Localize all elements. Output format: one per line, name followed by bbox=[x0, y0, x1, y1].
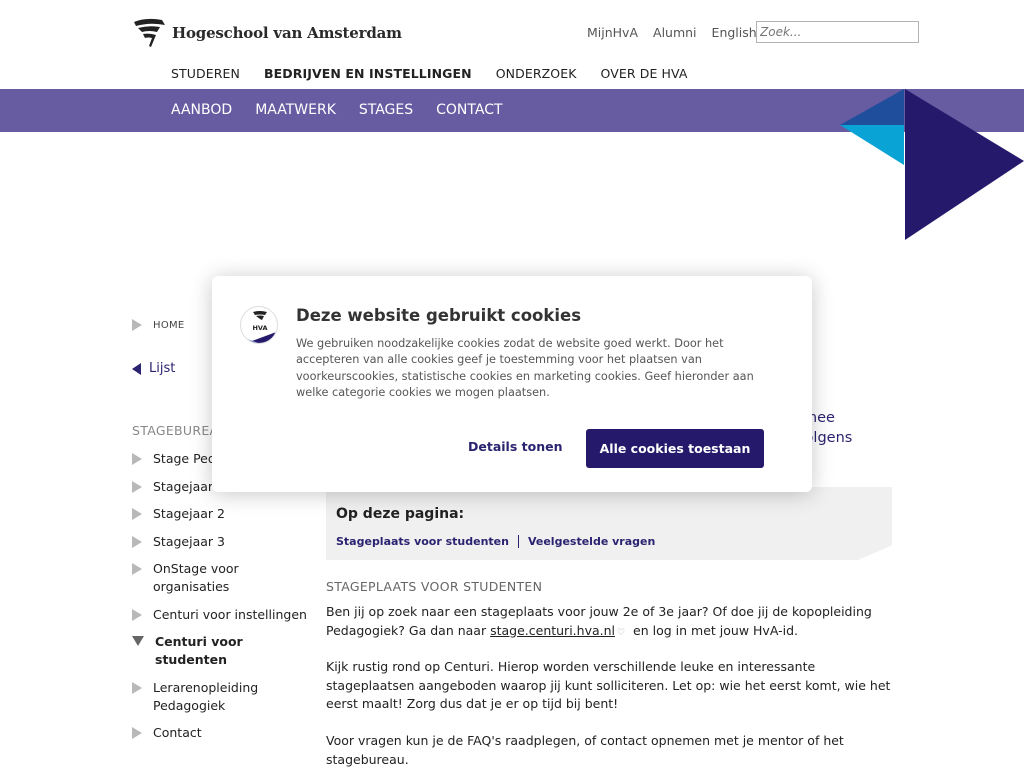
sidebar-item-lerarenopleiding[interactable]: Lerarenopleiding Pedagogiek bbox=[132, 679, 307, 715]
sidebar-item-centuri-instellingen[interactable]: Centuri voor instellingen bbox=[132, 606, 307, 624]
paragraph-1: Ben jij op zoek naar een stageplaats voo… bbox=[326, 603, 896, 642]
sidebar-item-label: Stagejaar 2 bbox=[153, 506, 225, 521]
nav-over-de-hva[interactable]: OVER DE HVA bbox=[601, 66, 688, 81]
sidebar-item-label: Centuri voor studenten bbox=[155, 634, 243, 667]
hva-logo-icon bbox=[134, 18, 165, 47]
back-link[interactable]: Lijst bbox=[132, 361, 175, 376]
sidebar-item-label: Contact bbox=[153, 725, 202, 740]
triangle-left-icon bbox=[132, 362, 141, 375]
paragraph-2: Kijk rustig rond op Centuri. Hierop word… bbox=[326, 659, 891, 711]
sidebar-item-stagejaar-3[interactable]: Stagejaar 3 bbox=[132, 533, 307, 551]
sidebar-item-onstage[interactable]: OnStage voor organisaties bbox=[132, 560, 307, 596]
logo-text: Hogeschool van Amsterdam bbox=[172, 24, 402, 42]
centuri-link[interactable]: stage.centuri.hva.nl bbox=[490, 623, 615, 638]
breadcrumb-home[interactable]: HOME bbox=[153, 320, 185, 331]
subnav-maatwerk[interactable]: MAATWERK bbox=[255, 102, 336, 118]
badge-text: HVA bbox=[252, 324, 267, 332]
back-label: Lijst bbox=[149, 361, 176, 376]
triangle-right-icon bbox=[132, 608, 142, 621]
anchor-link-faq[interactable]: Veelgestelde vragen bbox=[528, 535, 655, 548]
cookie-dialog-text: We gebruiken noodzakelijke cookies zodat… bbox=[296, 337, 754, 399]
hva-logo[interactable]: Hogeschool van Amsterdam bbox=[132, 16, 402, 50]
cookie-dialog: HVA Deze website gebruikt cookies We geb… bbox=[212, 276, 812, 492]
on-this-page-title: Op deze pagina: bbox=[336, 506, 465, 522]
triangle-right-icon bbox=[132, 727, 142, 739]
link-alumni[interactable]: Alumni bbox=[653, 25, 697, 40]
hva-badge-icon: HVA bbox=[240, 306, 278, 344]
triangle-down-icon bbox=[132, 636, 144, 646]
sidebar-item-label: Centuri voor instellingen bbox=[153, 606, 307, 622]
triangle-right-icon bbox=[132, 319, 142, 331]
link-english[interactable]: English bbox=[712, 25, 757, 40]
subnav-stages[interactable]: STAGES bbox=[359, 102, 413, 118]
sidebar-item-contact[interactable]: Contact bbox=[132, 724, 307, 742]
triangle-right-icon bbox=[132, 480, 142, 493]
paragraph-3: Voor vragen kun je de FAQ's raadplegen, … bbox=[326, 733, 844, 767]
sidebar-item-centuri-studenten[interactable]: Centuri voor studenten bbox=[132, 633, 307, 669]
cookie-dialog-title: Deze website gebruikt cookies bbox=[296, 306, 582, 325]
anchor-link-stageplaats[interactable]: Stageplaats voor studenten bbox=[336, 535, 509, 548]
on-this-page-box: Op deze pagina: Stageplaats voor student… bbox=[326, 487, 892, 560]
section-heading: STAGEPLAATS VOOR STUDENTEN bbox=[326, 579, 543, 594]
nav-bedrijven-en-instellingen[interactable]: BEDRIJVEN EN INSTELLINGEN bbox=[264, 66, 472, 81]
nav-onderzoek[interactable]: ONDERZOEK bbox=[496, 66, 577, 81]
paragraph-text: en log in met jouw HvA-id. bbox=[629, 622, 798, 638]
details-button[interactable]: Details tonen bbox=[468, 439, 562, 454]
breadcrumb: HOME bbox=[132, 319, 185, 331]
sidebar-item-label: Lerarenopleiding Pedagogiek bbox=[153, 679, 259, 713]
sidebar-item-stagejaar-2[interactable]: Stagejaar 2 bbox=[132, 505, 307, 523]
link-mijnhva[interactable]: MijnHvA bbox=[587, 25, 638, 40]
triangle-right-icon bbox=[132, 681, 142, 694]
triangle-right-icon bbox=[132, 453, 142, 465]
utility-links: MijnHvA Alumni English bbox=[587, 25, 772, 40]
decorative-triangles bbox=[840, 89, 1024, 240]
triangle-right-icon bbox=[132, 563, 142, 575]
nav-studeren[interactable]: STUDEREN bbox=[171, 66, 240, 81]
sidebar-item-label: OnStage voor organisaties bbox=[153, 561, 239, 594]
search-input[interactable] bbox=[756, 21, 919, 43]
triangle-right-icon bbox=[132, 508, 142, 520]
subnav-aanbod[interactable]: AANBOD bbox=[171, 102, 232, 118]
main-nav: STUDEREN BEDRIJVEN EN INSTELLINGEN ONDER… bbox=[171, 66, 712, 81]
sidebar-item-label: Stagejaar 3 bbox=[153, 533, 225, 549]
external-link-icon: ♡ bbox=[617, 627, 626, 638]
triangle-right-icon bbox=[132, 535, 142, 548]
subnav-contact[interactable]: CONTACT bbox=[436, 102, 502, 118]
sidebar-list: Stage Pedagogiek Stagejaar 1 Stagejaar 2… bbox=[132, 450, 307, 752]
link-separator bbox=[517, 535, 519, 548]
allow-all-cookies-button[interactable]: Alle cookies toestaan bbox=[586, 429, 764, 468]
